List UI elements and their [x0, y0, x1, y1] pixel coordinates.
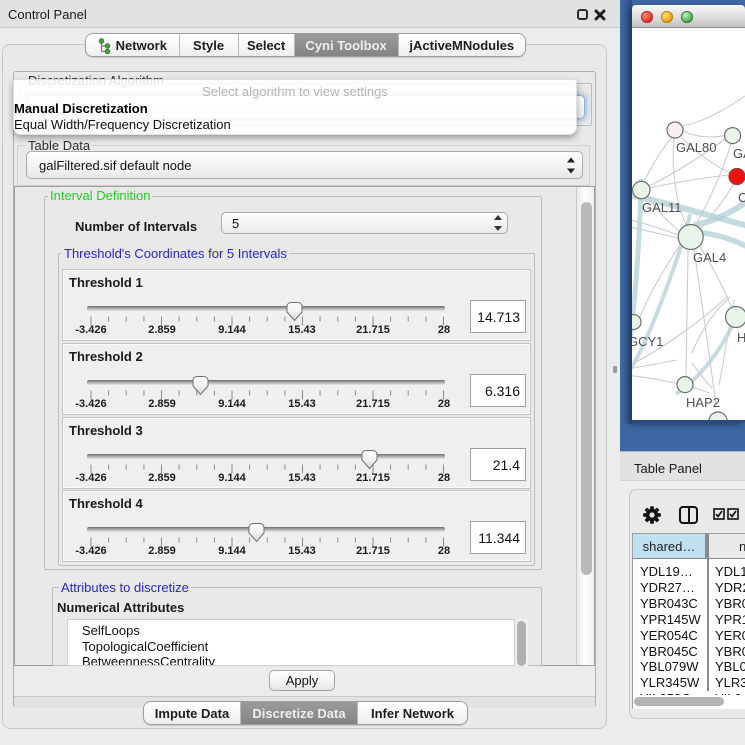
svg-text:GAL7: GAL7: [733, 146, 745, 161]
svg-text:GCY1: GCY1: [632, 334, 663, 349]
svg-text:GAL80: GAL80: [676, 140, 716, 155]
svg-text:HAP2: HAP2: [686, 395, 720, 410]
svg-text:GAL4: GAL4: [693, 250, 726, 265]
svg-text:CDC19: CDC19: [738, 190, 745, 205]
svg-text:HIS4: HIS4: [737, 330, 745, 345]
svg-text:GAL11: GAL11: [642, 200, 682, 215]
